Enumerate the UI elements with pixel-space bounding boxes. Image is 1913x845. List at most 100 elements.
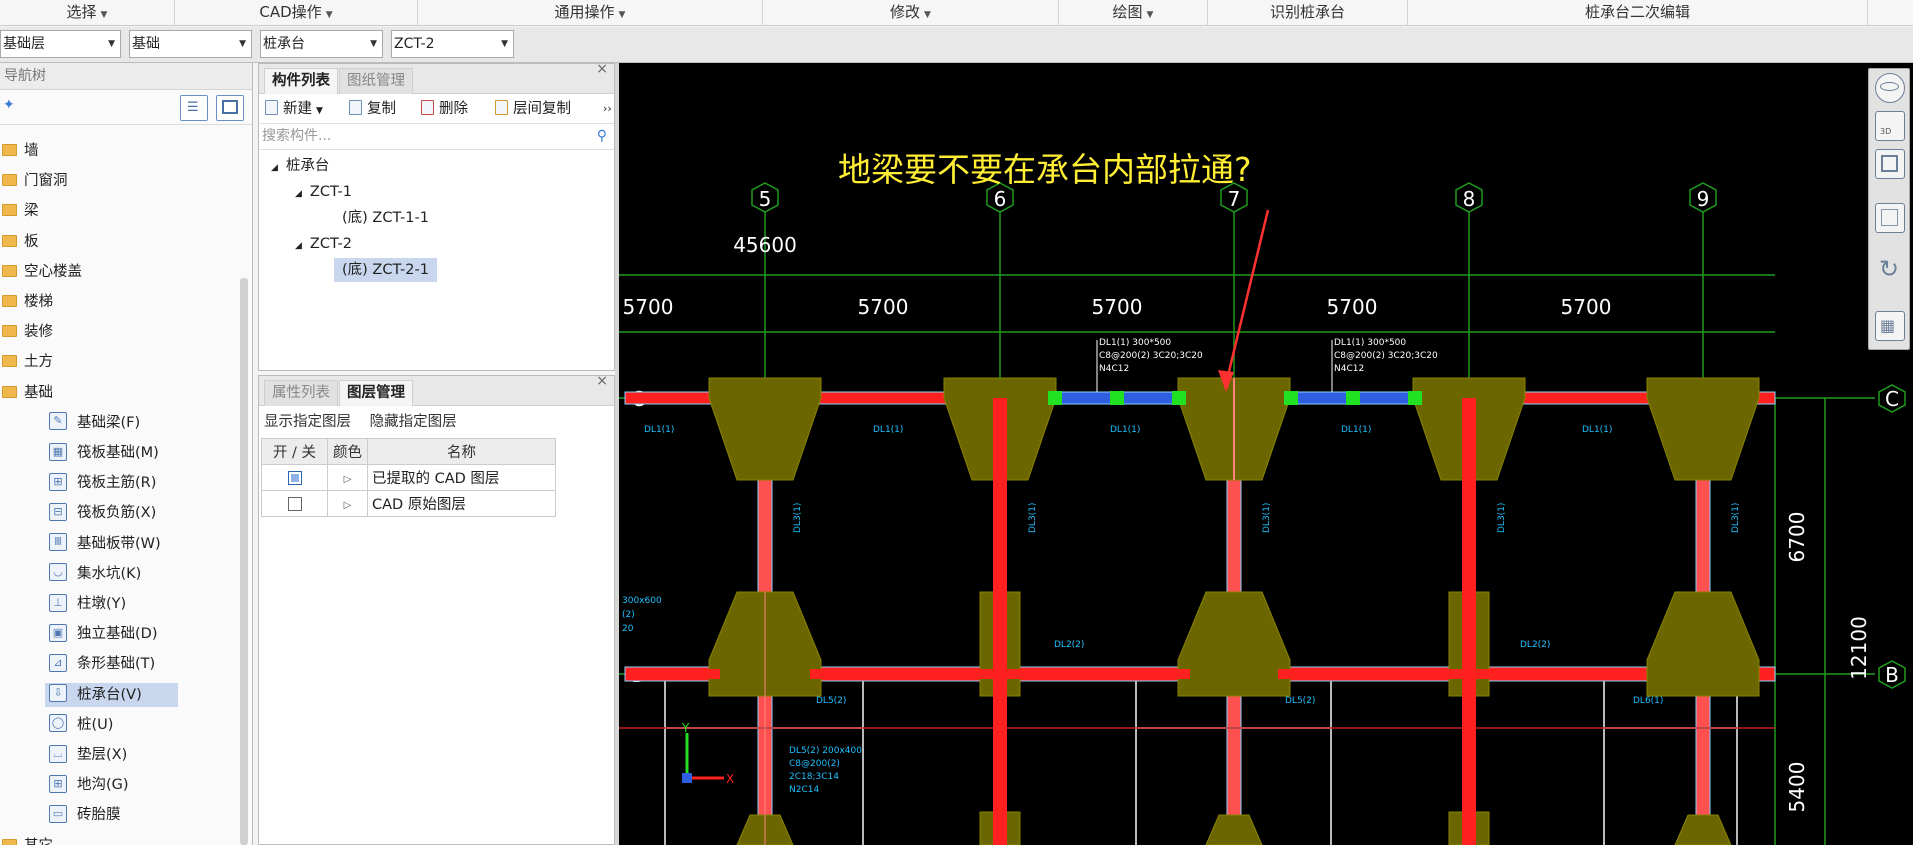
expand-icon[interactable]: ◢ (295, 241, 302, 251)
tree-group-label: ZCT-1 (309, 184, 352, 200)
expand-icon[interactable]: ◢ (295, 189, 302, 199)
nav-folder[interactable]: 楼梯 (0, 290, 240, 314)
view-3d-button[interactable]: 3D (1875, 111, 1905, 141)
type-select[interactable]: 桩承台 ▼ (260, 30, 383, 58)
menu-select[interactable]: 选择 ▼ (0, 0, 175, 26)
floor-copy-label: 层间复制 (513, 101, 571, 117)
new-file-icon (265, 100, 278, 115)
layer-toggle-checkbox[interactable] (287, 496, 302, 511)
nav-item[interactable]: ◯ 桩(U) (45, 713, 235, 737)
floor-select[interactable]: 基础层 ▼ (0, 30, 121, 58)
grid-view-button[interactable]: ▦ (1875, 311, 1905, 341)
floor-copy-button[interactable]: 层间复制 (495, 98, 571, 120)
top-view-button[interactable] (1875, 149, 1905, 179)
component-select[interactable]: ZCT-2 ▼ (391, 30, 514, 58)
menu-draw-label: 绘图 (1112, 3, 1143, 21)
play-icon[interactable]: ▷ (344, 474, 352, 485)
nav-item[interactable]: ⊿ 条形基础(T) (45, 652, 235, 676)
menu-general-ops[interactable]: 通用操作 ▼ (418, 0, 763, 26)
nav-item-label: 条形基础(T) (77, 656, 156, 673)
nav-item[interactable]: ▭ 砖胎膜 (45, 803, 235, 827)
nav-item[interactable]: ⇩ 桩承台(V) (45, 682, 178, 707)
folder-icon (2, 264, 17, 277)
nav-item[interactable]: ⊞ 筏板主筋(R) (45, 471, 235, 495)
nav-folder[interactable]: 装修 (0, 320, 240, 344)
close-icon[interactable]: × (596, 61, 608, 77)
nav-item[interactable]: ✎ 基础梁(F) (45, 411, 235, 435)
folder-icon (2, 144, 17, 156)
menu-select-label: 选择 (66, 3, 97, 21)
nav-folder[interactable]: 基础 (0, 381, 240, 405)
question-annotation: 地梁要不要在承台内部拉通? (838, 150, 1252, 189)
menu-cad-ops-label: CAD操作 (259, 3, 322, 21)
cad-canvas[interactable]: 5 6 7 8 9 C B C B 5 6 7 8 9 45600 5700 5… (619, 63, 1913, 845)
new-button[interactable]: 新建 ▼ (265, 98, 323, 122)
tree-group[interactable]: ◢ ZCT-1 (295, 180, 352, 206)
menu-draw[interactable]: 绘图 ▼ (1059, 0, 1208, 26)
column-pier-icon: ⊥ (49, 593, 67, 612)
tree-group[interactable]: ◢ ZCT-2 (295, 232, 352, 258)
nav-item[interactable]: ▣ 独立基础(D) (45, 622, 235, 646)
show-specified-layer-button[interactable]: 显示指定图层 (264, 414, 351, 430)
nav-folder[interactable]: 土方 (0, 350, 240, 374)
view-cube-button[interactable] (1875, 203, 1905, 233)
nav-item[interactable]: ▦ 筏板基础(M) (45, 441, 235, 465)
hide-specified-layer-button[interactable]: 隐藏指定图层 (370, 414, 457, 430)
menu-pile-cap-edit[interactable]: 桩承台二次编辑 (1408, 0, 1868, 26)
nav-folder[interactable]: 其它 (0, 834, 240, 845)
nav-item[interactable]: ◡ 集水坑(K) (45, 562, 235, 586)
tree-root[interactable]: ◢ 桩承台 (271, 154, 329, 180)
nav-folder[interactable]: 门窗洞 (0, 169, 240, 193)
low-note: DL5(2) 200x400 (789, 746, 862, 756)
sparkle-icon[interactable]: ✦ (3, 97, 15, 113)
menu-cad-ops[interactable]: CAD操作 ▼ (175, 0, 418, 26)
menu-identify-pile-cap[interactable]: 识别桩承台 (1208, 0, 1408, 26)
nav-item[interactable]: ⊥ 柱墩(Y) (45, 592, 235, 616)
cad-drawing[interactable]: 5 6 7 8 9 C B C B 5 6 7 8 9 45600 5700 5… (619, 63, 1913, 845)
nav-folder[interactable]: 板 (0, 230, 240, 254)
tree-leaf[interactable]: (底) ZCT-1-1 (334, 206, 429, 230)
axis-label-7: 7 (1228, 187, 1241, 211)
component-search-input[interactable]: 搜索构件... ⚲ (259, 124, 614, 150)
menu-modify[interactable]: 修改 ▼ (763, 0, 1059, 26)
left-note: 20 (622, 624, 634, 634)
nav-item[interactable]: ⊞ 地沟(G) (45, 773, 235, 797)
nav-folder[interactable]: 梁 (0, 199, 240, 223)
tab-component-list[interactable]: 构件列表 (264, 68, 338, 94)
category-select[interactable]: 基础 ▼ (129, 30, 252, 58)
table-row[interactable]: ▷ 已提取的 CAD 图层 (261, 464, 556, 491)
nav-scrollbar[interactable] (240, 278, 248, 845)
beam-label: DL2(2) (1054, 640, 1084, 650)
list-view-button[interactable]: ☰ (180, 95, 208, 121)
search-icon[interactable]: ⚲ (597, 124, 607, 148)
expand-icon[interactable]: ◢ (271, 163, 278, 173)
delete-label: 删除 (439, 101, 468, 117)
table-row[interactable]: ▷ CAD 原始图层 (261, 490, 556, 517)
tab-property-list[interactable]: 属性列表 (264, 380, 338, 406)
orbit-button[interactable] (1875, 73, 1905, 103)
left-note: (2) (622, 610, 635, 620)
copy-button[interactable]: 复制 (349, 98, 396, 120)
nav-item[interactable]: ⌴ 垫层(X) (45, 743, 235, 767)
folder-icon (2, 325, 17, 338)
play-icon[interactable]: ▷ (344, 500, 352, 511)
component-tabs: 构件列表 图纸管理 × (259, 61, 614, 94)
more-button[interactable]: ›› (603, 98, 612, 120)
tab-layer-management[interactable]: 图层管理 (339, 380, 413, 406)
tab-drawing-management[interactable]: 图纸管理 (339, 68, 413, 94)
layer-name-cell: 已提取的 CAD 图层 (367, 464, 556, 491)
nav-folder[interactable]: 墙 (0, 139, 240, 163)
delete-button[interactable]: 删除 (421, 98, 468, 120)
nav-item[interactable]: ⊟ 筏板负筋(X) (45, 501, 235, 525)
rotate-button[interactable]: ↻ (1875, 255, 1905, 285)
detail-view-button[interactable] (216, 95, 244, 121)
nav-folder[interactable]: 空心楼盖 (0, 260, 240, 284)
type-select-value: 桩承台 (263, 36, 305, 52)
chevron-down-icon: ▼ (501, 39, 508, 49)
tree-leaf-selected[interactable]: (底) ZCT-2-1 (334, 258, 437, 282)
close-icon[interactable]: × (596, 373, 608, 389)
cushion-layer-icon: ⌴ (49, 744, 67, 763)
layer-toggle-checkbox[interactable] (287, 470, 302, 485)
nav-item[interactable]: Ⅲ 基础板带(W) (45, 532, 235, 556)
folder-icon (2, 204, 17, 217)
